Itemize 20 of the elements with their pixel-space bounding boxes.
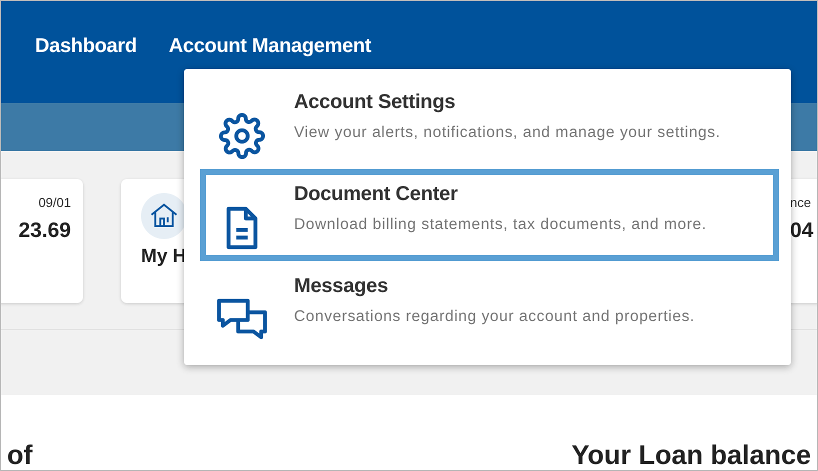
section-heading: Your Loan balance [571, 439, 811, 470]
menu-item[interactable]: Messages Conversations regarding your account and properties. [200, 261, 779, 353]
nav-link[interactable]: Account Management [168, 31, 372, 61]
item-description: Download billing statements, tax documents, and more. [294, 215, 708, 235]
item-title: Document Center [294, 182, 459, 207]
card-label: nce [790, 194, 811, 212]
section-heading: of [7, 439, 32, 470]
card-value: 23.69 [18, 218, 71, 244]
item-title: Account Settings [294, 90, 456, 115]
menu-item[interactable]: Document Center Download billing statements, tax documents, and more. [200, 169, 779, 261]
gear-icon [219, 113, 265, 159]
nav-link[interactable]: Dashboard [35, 31, 137, 61]
house-icon [141, 193, 187, 239]
item-title: Messages [294, 274, 390, 299]
card-label: 09/01 [38, 194, 71, 212]
item-description: View your alerts, notifications, and manage your settings. [294, 123, 722, 143]
item-description: Conversations regarding your account and properties. [294, 307, 696, 327]
document-icon [224, 205, 260, 251]
card-value: 04 [790, 218, 814, 244]
menu-item[interactable]: Account Settings View your alerts, notifications, and manage your settings. [200, 77, 779, 169]
